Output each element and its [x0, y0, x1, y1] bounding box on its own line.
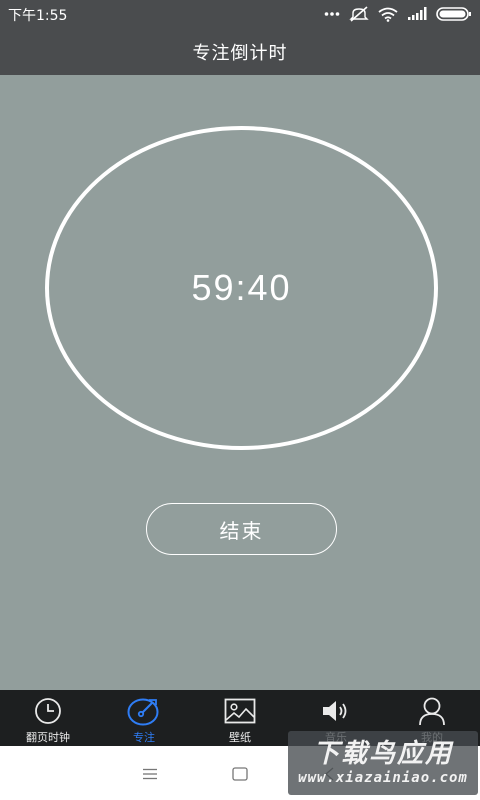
- system-menu-button[interactable]: [140, 764, 160, 784]
- clock-icon: [35, 698, 61, 724]
- battery-icon: [436, 7, 471, 21]
- focus-dial-icon: [127, 698, 159, 726]
- status-icons: [324, 4, 472, 24]
- nav-label: 翻页时钟: [26, 731, 70, 744]
- status-bar: 下午1:55: [0, 0, 480, 28]
- countdown-display: 59:40: [191, 267, 292, 308]
- nav-item-focus[interactable]: 专注: [96, 690, 192, 746]
- speaker-icon: [323, 701, 347, 721]
- header: 专注倒计时: [0, 28, 480, 75]
- image-icon: [224, 698, 256, 724]
- end-button[interactable]: 结束: [146, 503, 337, 555]
- main-content: 59:40 结束: [0, 75, 480, 690]
- watermark: 下载鸟应用 www.xiazainiao.com: [288, 731, 478, 795]
- silent-icon: [349, 6, 369, 22]
- nav-label: 壁纸: [229, 731, 251, 744]
- status-time: 下午1:55: [8, 8, 68, 24]
- watermark-title: 下载鸟应用: [312, 739, 453, 769]
- page-title: 专注倒计时: [192, 42, 288, 64]
- nav-label: 专注: [133, 731, 155, 744]
- menu-icon: [143, 768, 157, 780]
- system-home-button[interactable]: [230, 764, 250, 784]
- nav-item-wallpaper[interactable]: 壁纸: [192, 690, 288, 746]
- nav-item-flip-clock[interactable]: 翻页时钟: [0, 690, 96, 746]
- home-icon: [232, 767, 248, 781]
- timer-ring: 59:40: [45, 126, 438, 450]
- wifi-icon: [378, 7, 398, 22]
- watermark-url: www.xiazainiao.com: [298, 770, 468, 786]
- user-icon: [419, 697, 445, 726]
- more-dots-icon: [324, 12, 340, 16]
- signal-icon: [408, 7, 427, 20]
